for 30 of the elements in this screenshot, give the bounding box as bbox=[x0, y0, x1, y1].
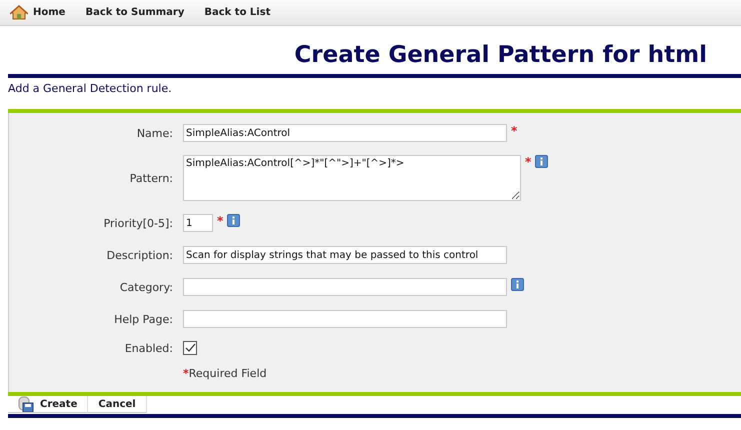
field-label: Help Page: bbox=[113, 312, 174, 326]
action-button[interactable]: Create bbox=[8, 396, 88, 413]
action-button[interactable]: Cancel bbox=[88, 396, 147, 413]
page-subtitle: Add a General Detection rule. bbox=[8, 82, 173, 95]
info-icon[interactable] bbox=[227, 214, 240, 227]
field-label: Name: bbox=[136, 126, 174, 140]
field-label: Enabled: bbox=[124, 342, 174, 354]
nav-link[interactable]: Back to List bbox=[204, 7, 270, 18]
required-mark: * bbox=[217, 214, 224, 228]
save-icon bbox=[18, 396, 34, 412]
input-field[interactable]: Scan for display strings that may be passed to this control bbox=[183, 246, 507, 264]
info-icon[interactable] bbox=[535, 155, 548, 168]
nav-link[interactable]: Home bbox=[10, 5, 66, 20]
house-icon bbox=[10, 5, 28, 20]
field-label: Description: bbox=[106, 248, 174, 262]
pattern-field[interactable]: SimpleAlias:AControl[^>]*"[^">]+"[^>]*> bbox=[183, 155, 521, 201]
input-field[interactable]: SimpleAlias:AControl bbox=[183, 124, 507, 142]
required-mark: * bbox=[511, 124, 518, 138]
nav-link[interactable]: Back to Summary bbox=[85, 7, 184, 18]
info-icon[interactable] bbox=[511, 278, 524, 291]
field-label: Pattern: bbox=[128, 172, 174, 184]
checkbox[interactable] bbox=[183, 341, 197, 355]
input-field[interactable] bbox=[183, 278, 507, 296]
input-field[interactable]: 1 bbox=[183, 214, 213, 232]
required-legend: *Required Field bbox=[183, 366, 267, 380]
field-label: Priority[0-5]: bbox=[102, 216, 174, 230]
required-mark: * bbox=[525, 155, 532, 169]
field-label: Category: bbox=[118, 280, 174, 294]
input-field[interactable] bbox=[183, 310, 507, 328]
page-title: Create General Pattern for html bbox=[294, 41, 707, 70]
